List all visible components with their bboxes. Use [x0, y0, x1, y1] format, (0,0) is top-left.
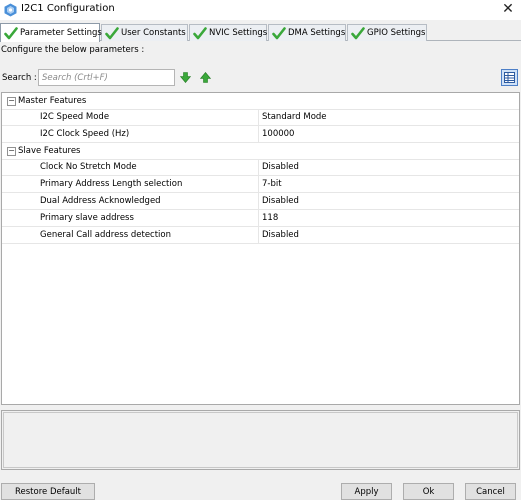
ok-button[interactable]: Ok: [403, 483, 454, 500]
column-divider: [258, 109, 259, 125]
check-icon: [4, 26, 18, 39]
param-value[interactable]: 118: [262, 213, 278, 223]
tab-user-constants[interactable]: User Constants: [101, 24, 188, 41]
column-divider: [258, 159, 259, 175]
param-row-primary-slave-address[interactable]: Primary slave address 118: [2, 210, 519, 227]
param-name: Dual Address Acknowledged: [40, 196, 161, 206]
column-divider: [258, 176, 259, 192]
param-row-dual-address-ack[interactable]: Dual Address Acknowledged Disabled: [2, 193, 519, 210]
group-row-master-features[interactable]: − Master Features: [2, 93, 519, 110]
group-label: Master Features: [18, 96, 87, 106]
cancel-button[interactable]: Cancel: [465, 483, 516, 500]
tab-gpio-settings[interactable]: GPIO Settings: [347, 24, 427, 41]
close-button[interactable]: ✕: [501, 1, 515, 17]
param-name: General Call address detection: [40, 230, 172, 240]
param-name: Primary Address Length selection: [40, 179, 183, 189]
check-icon: [272, 26, 286, 39]
param-value[interactable]: 100000: [262, 129, 294, 139]
param-value[interactable]: Disabled: [262, 162, 299, 172]
configure-instructions: Configure the below parameters :: [1, 45, 145, 55]
table-view-button[interactable]: [501, 69, 518, 86]
check-icon: [105, 26, 119, 39]
param-row-clock-no-stretch[interactable]: Clock No Stretch Mode Disabled: [2, 159, 519, 176]
tab-label: DMA Settings: [288, 28, 346, 38]
apply-button[interactable]: Apply: [341, 483, 392, 500]
tab-dma-settings[interactable]: DMA Settings: [268, 24, 346, 41]
column-divider: [258, 227, 259, 243]
param-row-primary-address-length[interactable]: Primary Address Length selection 7-bit: [2, 176, 519, 193]
group-row-slave-features[interactable]: − Slave Features: [2, 143, 519, 160]
check-icon: [351, 26, 365, 39]
description-pane: [1, 410, 520, 470]
param-value[interactable]: 7-bit: [262, 179, 282, 189]
tab-nvic-settings[interactable]: NVIC Settings: [189, 24, 267, 41]
param-row-i2c-speed-mode[interactable]: I2C Speed Mode Standard Mode: [2, 109, 519, 126]
column-divider: [258, 193, 259, 209]
collapse-toggle-icon[interactable]: −: [7, 147, 16, 156]
arrow-down-icon[interactable]: [180, 72, 191, 83]
restore-default-button[interactable]: Restore Default: [1, 483, 95, 500]
tab-bar: Parameter Settings User Constants NVIC S…: [0, 23, 521, 42]
tab-label: User Constants: [121, 28, 186, 38]
tab-label: GPIO Settings: [367, 28, 426, 38]
tab-label: NVIC Settings: [209, 28, 268, 38]
column-divider: [258, 126, 259, 142]
search-input[interactable]: [38, 69, 175, 86]
param-row-general-call-detection[interactable]: General Call address detection Disabled: [2, 227, 519, 244]
param-value[interactable]: Disabled: [262, 230, 299, 240]
collapse-toggle-icon[interactable]: −: [7, 97, 16, 106]
gear-hex-icon: [4, 3, 17, 17]
title-bar: I2C1 Configuration ✕: [0, 0, 521, 20]
table-view-icon: [504, 72, 515, 83]
param-name: Primary slave address: [40, 213, 134, 223]
tab-label: Parameter Settings: [20, 28, 102, 38]
param-row-i2c-clock-speed[interactable]: I2C Clock Speed (Hz) 100000: [2, 126, 519, 143]
check-icon: [193, 26, 207, 39]
param-value[interactable]: Disabled: [262, 196, 299, 206]
column-divider: [258, 210, 259, 226]
description-content: [3, 412, 518, 468]
search-label: Search :: [2, 73, 37, 83]
param-name: Clock No Stretch Mode: [40, 162, 137, 172]
group-label: Slave Features: [18, 146, 81, 156]
param-name: I2C Speed Mode: [40, 112, 110, 122]
param-name: I2C Clock Speed (Hz): [40, 129, 130, 139]
param-value[interactable]: Standard Mode: [262, 112, 327, 122]
tab-parameter-settings[interactable]: Parameter Settings: [0, 23, 102, 42]
arrow-up-icon[interactable]: [200, 72, 211, 83]
window-title: I2C1 Configuration: [21, 3, 115, 14]
parameter-tree: − Master Features I2C Speed Mode Standar…: [1, 92, 520, 405]
